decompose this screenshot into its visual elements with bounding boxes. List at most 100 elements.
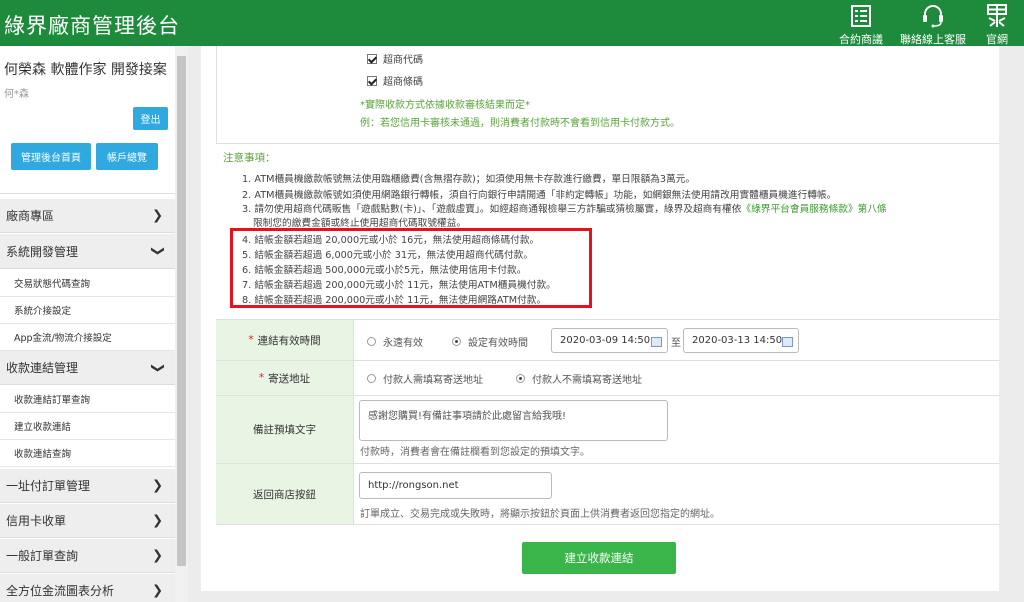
- option-label: 超商條碼: [383, 77, 423, 88]
- remark-hint: 付款時，消費者會在備註欄看到您設定的預填文字。: [360, 447, 590, 458]
- return-url-value: http://rongson.net: [368, 480, 459, 491]
- terms-link[interactable]: 《綠界平台會員服務條款》第八條: [741, 204, 886, 215]
- radio-label: 永遠有效: [383, 338, 423, 349]
- end-date-value: 2020-03-13 14:50: [692, 335, 783, 346]
- submenu-label: 收款連結查詢: [14, 449, 72, 460]
- nav-website[interactable]: 官網: [962, 2, 1024, 47]
- radio-selected-icon[interactable]: [516, 374, 525, 383]
- radio-icon[interactable]: [367, 337, 376, 346]
- submenu-label: App金流/物流介接設定: [14, 333, 112, 344]
- nav-support-label: 聯絡線上客服: [900, 33, 966, 46]
- chevron-right-icon: ❯: [152, 478, 163, 493]
- required-mark: *: [248, 334, 254, 346]
- row-label-text: 寄送地址: [268, 372, 311, 385]
- row-label-text: 返回商店按鈕: [253, 488, 316, 501]
- option-store-barcode[interactable]: 超商條碼: [367, 73, 423, 88]
- submenu-create-link[interactable]: 建立收款連結: [0, 413, 175, 440]
- menu-label: 廠商專區: [6, 209, 55, 223]
- top-header: 綠界廠商管理後台 合約商議 聯絡線上客服 官網: [0, 0, 1024, 46]
- submenu-app-settings[interactable]: App金流/物流介接設定: [0, 324, 175, 351]
- user-name: 何榮森 軟體作家 開發接案: [4, 62, 167, 78]
- notice-line: 2. ATM櫃員機繳款帳號如須使用網路銀行轉帳，須自行向銀行申請開通「非約定轉帳…: [242, 190, 837, 201]
- create-link-button[interactable]: 建立收款連結: [522, 542, 676, 574]
- payment-note-1: *實際收款方式依據收款審核結果而定*: [360, 100, 530, 111]
- calendar-icon[interactable]: [651, 337, 662, 347]
- notice-line: 限制您的繳費金額或終止使用超商代碼取號權益。: [253, 218, 467, 229]
- submenu-link-query[interactable]: 收款連結查詢: [0, 440, 175, 467]
- radio-need-address[interactable]: 付款人需填寫寄送地址: [367, 371, 483, 386]
- radio-forever[interactable]: 永遠有效: [367, 334, 423, 349]
- notice-line-text: 3. 請勿使用超商代碼販售「遊戲點數(卡)」、「遊戲虛寶」。如經超商通報檢舉三方…: [242, 204, 742, 215]
- row-label-text: 備註預填文字: [253, 424, 316, 436]
- nav-contract[interactable]: 合約商議: [826, 2, 896, 47]
- ecpay-logo-icon: [985, 2, 1009, 30]
- remark-textarea[interactable]: 感謝您購買!有備註事項請於此處留言給我哦!: [359, 400, 668, 441]
- radio-set-time[interactable]: 設定有效時間: [452, 334, 528, 349]
- menu-system-dev[interactable]: 系統開發管理 ❯: [0, 234, 175, 269]
- row-label: 返回商店按鈕: [216, 464, 354, 524]
- menu-label: 全方位金流圖表分析: [6, 584, 115, 598]
- chevron-right-icon: ❯: [152, 208, 163, 223]
- row-label-text: 連結有效時間: [257, 334, 321, 347]
- return-url-input[interactable]: http://rongson.net: [359, 472, 552, 499]
- nav-website-label: 官網: [986, 33, 1008, 46]
- option-label: 超商代碼: [383, 55, 423, 66]
- submenu-label: 系統介接設定: [14, 306, 72, 317]
- submenu-label: 收款連結訂單查詢: [14, 395, 91, 406]
- submenu-system-settings[interactable]: 系統介接設定: [0, 297, 175, 324]
- sidebar-scrollbar[interactable]: [175, 46, 188, 602]
- menu-vendor-zone[interactable]: 廠商專區 ❯: [0, 199, 175, 233]
- account-overview-button[interactable]: 帳戶總覽: [96, 143, 158, 170]
- option-store-code[interactable]: 超商代碼: [367, 51, 423, 66]
- row-label: * 連結有效時間: [216, 320, 354, 360]
- admin-home-button[interactable]: 管理後台首頁: [11, 143, 91, 170]
- menu-analytics[interactable]: 全方位金流圖表分析 ❯: [0, 574, 175, 602]
- divider: [0, 193, 175, 194]
- end-date-input[interactable]: 2020-03-13 14:50: [683, 328, 799, 353]
- radio-selected-icon[interactable]: [452, 337, 461, 346]
- menu-payment-link[interactable]: 收款連結管理 ❯: [0, 351, 175, 385]
- menu-label: 信用卡收單: [6, 514, 67, 528]
- radio-icon[interactable]: [367, 374, 376, 383]
- submenu-label: 建立收款連結: [14, 422, 72, 433]
- menu-label: 收款連結管理: [6, 361, 79, 375]
- required-mark: *: [258, 372, 265, 384]
- menu-label: 系統開發管理: [6, 244, 79, 259]
- headset-icon: [921, 2, 945, 30]
- notice-title: 注意事項：: [223, 152, 276, 164]
- payment-note-2: 例：若您信用卡審核未通過，則消費者付款時不會看到信用卡付款方式。: [360, 118, 680, 129]
- chevron-right-icon: ❯: [152, 513, 163, 528]
- notice-line: 1. ATM櫃員機繳款帳號無法使用臨櫃繳費(含無摺存款)；如須使用無卡存款進行繳…: [242, 174, 696, 185]
- notice-line: 3. 請勿使用超商代碼販售「遊戲點數(卡)」、「遊戲虛寶」。如經超商通報檢舉三方…: [242, 201, 887, 215]
- sidebar: 何榮森 軟體作家 開發接案 何*森 登出 管理後台首頁 帳戶總覽 廠商專區 ❯ 系…: [0, 46, 175, 602]
- row-label: 備註預填文字: [216, 396, 354, 463]
- radio-label: 設定有效時間: [468, 338, 528, 349]
- submenu-trade-status[interactable]: 交易狀態代碼查詢: [0, 269, 175, 297]
- scrollbar-thumb[interactable]: [177, 56, 186, 566]
- chevron-down-icon: ❯: [150, 362, 166, 373]
- chevron-down-icon: ❯: [150, 245, 166, 257]
- calendar-icon[interactable]: [782, 337, 793, 347]
- row-label: * 寄送地址: [216, 361, 354, 395]
- user-id: 何*森: [4, 89, 29, 100]
- return-url-hint: 訂單成立、交易完成或失敗時，將顯示按鈕於頁面上供消費者返回您指定的網址。: [360, 509, 720, 520]
- brand-title: 綠界廠商管理後台: [4, 14, 180, 38]
- start-date-input[interactable]: 2020-03-09 14:50: [551, 328, 668, 353]
- nav-contract-label: 合約商議: [839, 33, 883, 46]
- menu-order-query[interactable]: 一般訂單查詢 ❯: [0, 539, 175, 573]
- radio-label: 付款人不需填寫寄送地址: [532, 375, 642, 386]
- contract-icon: [850, 2, 872, 30]
- radio-no-address[interactable]: 付款人不需填寫寄送地址: [516, 371, 642, 386]
- checkbox-checked-icon[interactable]: [367, 53, 377, 64]
- date-separator: 至: [671, 338, 681, 349]
- menu-label: 一般訂單查詢: [6, 549, 79, 563]
- checkbox-checked-icon[interactable]: [367, 75, 377, 86]
- menu-credit-card[interactable]: 信用卡收單 ❯: [0, 504, 175, 538]
- submenu-label: 交易狀態代碼查詢: [14, 278, 91, 290]
- logout-button[interactable]: 登出: [133, 107, 168, 130]
- submenu-link-orders[interactable]: 收款連結訂單查詢: [0, 386, 175, 413]
- menu-label: 一址付訂單管理: [6, 479, 91, 493]
- nav-support[interactable]: 聯絡線上客服: [898, 2, 968, 47]
- chevron-right-icon: ❯: [152, 583, 163, 598]
- menu-onepay-orders[interactable]: 一址付訂單管理 ❯: [0, 469, 175, 503]
